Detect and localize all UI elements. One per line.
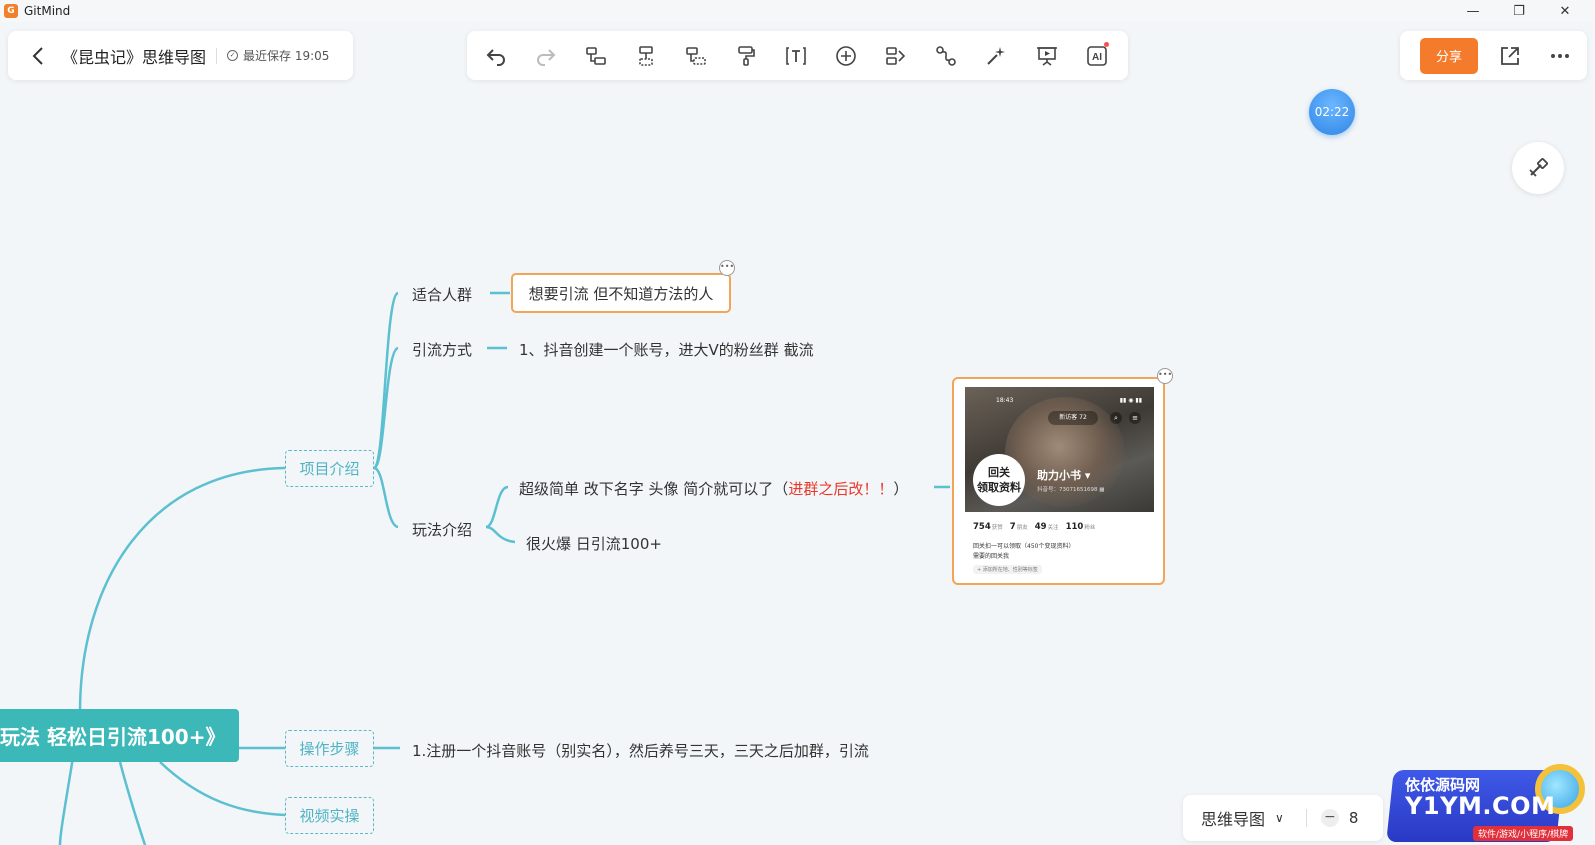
stat-likes: 754获赞: [973, 522, 1003, 532]
profile-bio: 回关扣一可以领取（450个变现资料） 需要的回关我: [973, 542, 1074, 562]
bio-line-1: 回关扣一可以领取（450个变现资料）: [973, 543, 1075, 550]
branch-steps[interactable]: 操作步骤: [285, 730, 374, 767]
watermark-logo: 依依源码网 Y1YM.COM 软件/游戏/小程序/棋牌: [1375, 756, 1595, 845]
node-play-value-2[interactable]: 很火爆 日引流100+: [526, 533, 662, 554]
branch-project-intro[interactable]: 项目介绍: [285, 450, 374, 487]
node-play[interactable]: 玩法介绍: [412, 519, 472, 540]
avatar-line-1: 回关: [988, 466, 1010, 479]
view-mode-label: 思维导图: [1201, 810, 1266, 829]
bio-line-2: 需要的回关我: [973, 553, 1010, 560]
branch-video[interactable]: 视频实操: [285, 797, 374, 834]
zoom-level: 8: [1348, 809, 1359, 827]
node-method[interactable]: 引流方式: [412, 339, 472, 360]
stat-friends: 7朋友: [1009, 522, 1028, 532]
profile-tag: + 添加所在地、性别等标签: [973, 565, 1042, 574]
play-value-1-highlight: 进群之后改！！: [788, 480, 894, 498]
root-node[interactable]: 玩法 轻松日引流100+》: [0, 709, 239, 762]
visitor-pill: 新访客 72: [1048, 411, 1098, 425]
node-audience[interactable]: 适合人群: [412, 284, 472, 305]
stat-followers: 110粉丝: [1065, 522, 1096, 532]
chevron-down-icon: ∨: [1275, 811, 1284, 825]
node-steps-value[interactable]: 1.注册一个抖音账号（别实名），然后养号三天，三天之后加群，引流: [412, 740, 869, 761]
watermark-line-3: 软件/游戏/小程序/棋牌: [1473, 826, 1574, 841]
search-icon: ⌕: [1110, 412, 1122, 424]
view-controls: 思维导图 ∨ − 8: [1183, 795, 1383, 841]
node-method-value[interactable]: 1、抖音创建一个账号，进大V的粉丝群 截流: [519, 339, 814, 360]
profile-stats: 754获赞 7朋友 49关注 110粉丝: [973, 522, 1095, 532]
comment-icon[interactable]: •••: [719, 260, 735, 276]
profile-screenshot: 18:43 ▮▮ ◉ ▮▮ 新访客 72 ⌕ ≡ 回关 领取资料 助力小书 ▾ …: [965, 387, 1154, 577]
profile-avatar: 回关 领取资料: [973, 454, 1025, 506]
image-comment-icon[interactable]: •••: [1157, 368, 1173, 384]
zoom-out-button[interactable]: −: [1320, 809, 1339, 827]
image-node[interactable]: 18:43 ▮▮ ◉ ▮▮ 新访客 72 ⌕ ≡ 回关 领取资料 助力小书 ▾ …: [952, 377, 1165, 585]
menu-icon: ≡: [1129, 412, 1141, 424]
mindmap-connectors: [58, 291, 950, 845]
phone-status-icons: ▮▮ ◉ ▮▮: [1119, 397, 1142, 404]
avatar-line-2: 领取资料: [977, 481, 1021, 494]
phone-time: 18:43: [996, 397, 1014, 404]
stat-following: 49关注: [1034, 522, 1059, 532]
watermark-line-2: Y1YM.COM: [1405, 792, 1556, 820]
play-value-1-suffix: ）: [893, 480, 909, 498]
node-play-value-1[interactable]: 超级简单 改下名字 头像 简介就可以了（进群之后改！！）: [519, 478, 908, 499]
profile-id: 抖音号：73071651698 ▦: [1037, 487, 1105, 493]
node-audience-value[interactable]: 想要引流 但不知道方法的人: [511, 273, 731, 313]
profile-name: 助力小书 ▾: [1037, 469, 1091, 482]
divider: [1305, 809, 1307, 827]
view-mode-select[interactable]: 思维导图 ∨: [1201, 806, 1284, 830]
play-value-1-prefix: 超级简单 改下名字 头像 简介就可以了（: [519, 480, 789, 498]
